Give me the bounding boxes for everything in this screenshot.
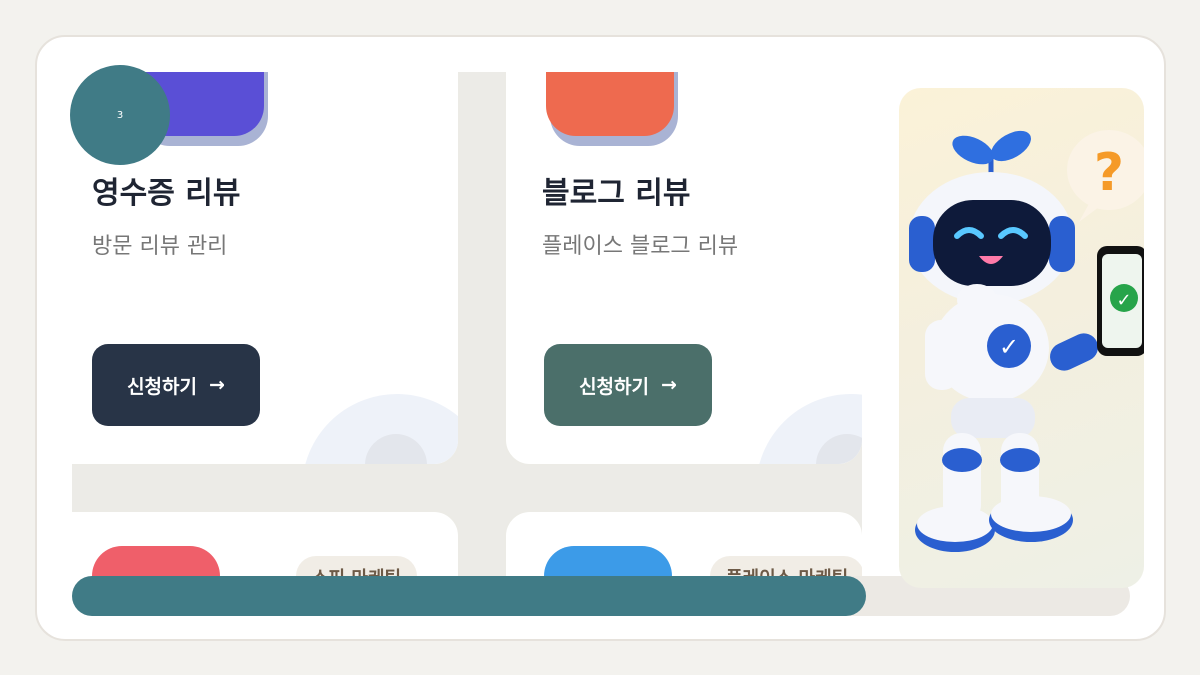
place-marketing-card: 플레이스 마케팅 [504, 510, 862, 582]
blog-icon [546, 72, 674, 136]
apply-button[interactable]: 신청하기 → [544, 344, 712, 426]
robot-mascot-image: ? ✓ ✓ [899, 88, 1144, 588]
marketing-card: 스피 마케팅 [72, 510, 460, 582]
svg-text:?: ? [1094, 143, 1124, 203]
card-title: 블로그 리뷰 [542, 176, 691, 211]
progress-fill [72, 576, 866, 616]
apply-button-label: 신청하기 [579, 375, 649, 398]
arrow-right-icon: → [661, 374, 677, 396]
blog-review-card: 블로그 리뷰 플레이스 블로그 리뷰 신청하기 → [504, 72, 862, 466]
question-bubble-icon: ? [1067, 130, 1144, 222]
svg-text:✓: ✓ [999, 333, 1019, 361]
arrow-right-icon: → [209, 374, 225, 396]
svg-text:✓: ✓ [1116, 290, 1131, 311]
apply-button[interactable]: 신청하기 → [92, 344, 260, 426]
card-subtitle: 방문 리뷰 관리 [92, 234, 228, 259]
robot-illustration: ? ✓ ✓ [909, 130, 1144, 552]
card-subtitle: 플레이스 블로그 리뷰 [542, 234, 739, 259]
screenshot-panel: 영수증 리뷰 방문 리뷰 관리 신청하기 → 블로그 리뷰 플레이스 블로그 리… [72, 72, 862, 582]
card-title: 영수증 리뷰 [92, 176, 241, 211]
slide-number-badge: 3 [70, 65, 170, 165]
apply-button-label: 신청하기 [127, 375, 197, 398]
